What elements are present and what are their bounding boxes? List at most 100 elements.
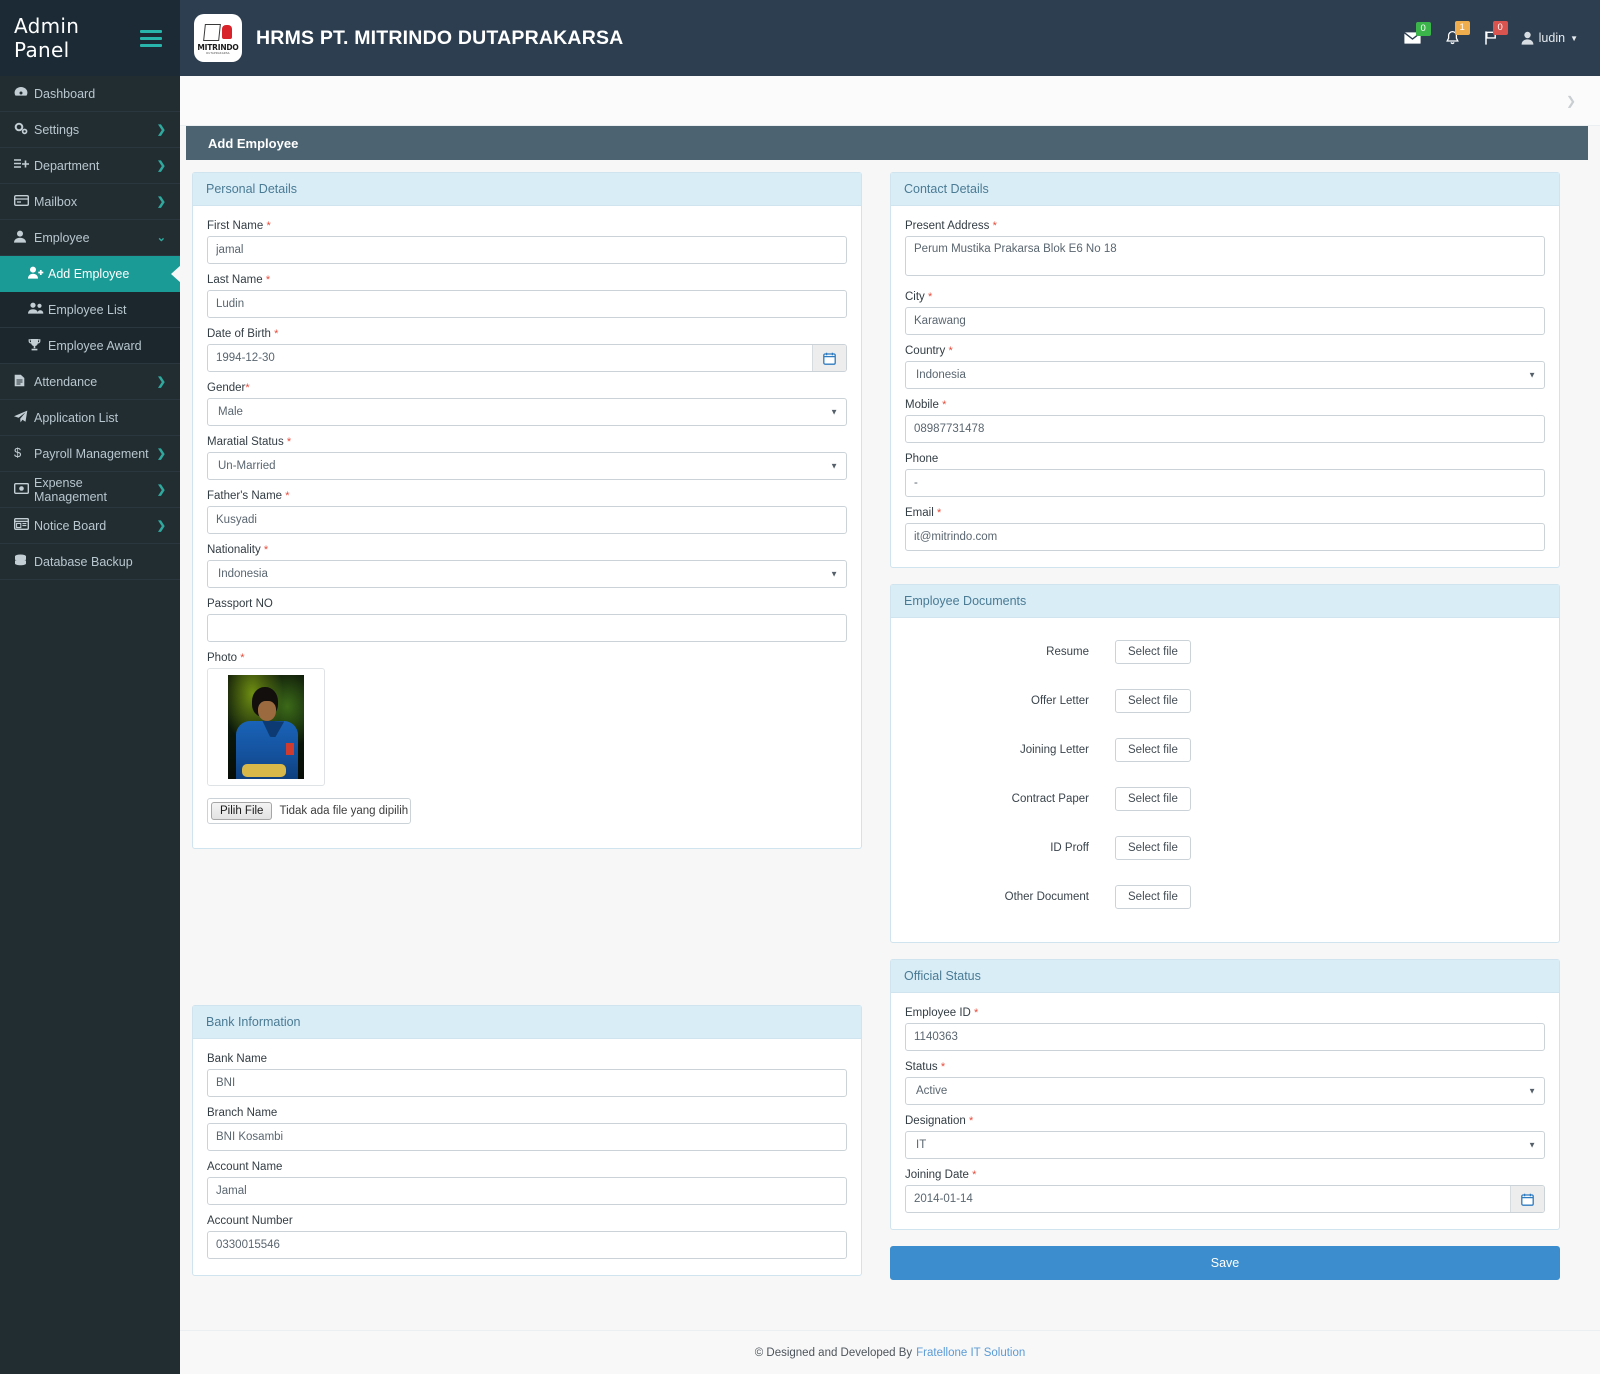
sidebar-item-employee-list[interactable]: Employee List [0,292,180,328]
sidebar-item-employee[interactable]: Employee ⌄ [0,220,180,256]
dashboard-icon [14,86,34,101]
nationality-select[interactable]: Indonesia [207,560,847,588]
sidebar-item-label: Application List [34,410,119,425]
sidebar-item-dashboard[interactable]: Dashboard [0,76,180,112]
dob-input[interactable] [207,344,847,372]
sidebar-item-notice-board[interactable]: Notice Board ❯ [0,508,180,544]
user-name: ludin [1538,31,1566,45]
sidebar-item-add-employee[interactable]: Add Employee [0,256,180,292]
sidebar-item-department[interactable]: Department ❯ [0,148,180,184]
user-plus-icon [28,266,48,282]
messages-envelope-icon[interactable]: 0 [1402,22,1431,45]
logo-name-text: MITRINDO [197,43,239,52]
user-menu[interactable]: ludin ▼ [1521,31,1578,45]
employee-documents-panel: Employee Documents Resume Select file Offe… [890,584,1560,943]
tasks-flag-icon[interactable]: 0 [1483,21,1508,46]
document-row: Contract Paper Select file [905,787,1545,811]
sidebar-item-employee-award[interactable]: Employee Award [0,328,180,364]
user-icon [14,230,34,246]
calendar-icon[interactable] [812,345,846,371]
mobile-group: Mobile * [905,399,1545,443]
account-number-label: Account Number [207,1215,293,1227]
sidebar-item-application-list[interactable]: Application List [0,400,180,436]
designation-select[interactable]: IT [905,1131,1545,1159]
country-select-wrap: Indonesia ▼ [905,361,1545,389]
chevron-right-icon: ❯ [156,448,166,460]
last-name-input[interactable] [207,290,847,318]
dob-field-wrap [207,344,847,372]
present-address-textarea[interactable]: Perum Mustika Prakarsa Blok E6 No 18 [905,236,1545,276]
select-file-button[interactable]: Select file [1115,787,1191,811]
sidebar-item-payroll-management[interactable]: $ Payroll Management ❯ [0,436,180,472]
employee-id-label: Employee ID * [905,1007,1545,1019]
passport-input[interactable] [207,614,847,642]
joining-date-label: Joining Date * [905,1169,1545,1181]
status-select-wrap: Active ▼ [905,1077,1545,1105]
passport-group: Passport NO [207,598,847,642]
sidebar-nav: Dashboard Settings ❯ Department ❯ Mailbox ❯ Emp… [0,76,180,580]
personal-details-panel: Personal Details First Name * Last Name [192,172,862,849]
branch-name-input[interactable] [207,1123,847,1151]
gender-select[interactable]: Male [207,398,847,426]
account-name-input[interactable] [207,1177,847,1205]
choose-file-button[interactable]: Pilih File [211,802,273,820]
father-name-group: Father's Name * [207,490,847,534]
calendar-icon[interactable] [1510,1186,1544,1212]
sidebar-item-label: Payroll Management [34,446,149,461]
employee-id-input[interactable] [905,1023,1545,1051]
select-file-button[interactable]: Select file [1115,738,1191,762]
joining-date-wrap [905,1185,1545,1213]
photo-label: Photo * [207,652,847,664]
first-name-label-text: First Name [207,220,264,232]
phone-label: Phone [905,453,939,465]
sidebar-item-mailbox[interactable]: Mailbox ❯ [0,184,180,220]
phone-input[interactable] [905,469,1545,497]
select-file-button[interactable]: Select file [1115,836,1191,860]
required-asterisk: * [245,382,250,394]
bank-name-input[interactable] [207,1069,847,1097]
required-asterisk: * [928,291,933,303]
sidebar: Admin Panel Dashboard Settings ❯ Department… [0,0,180,1374]
account-number-input[interactable] [207,1231,847,1259]
footer-link[interactable]: Fratellone IT Solution [916,1347,1025,1359]
city-input[interactable] [905,307,1545,335]
save-button[interactable]: Save [890,1246,1560,1280]
gender-label-text: Gender [207,382,246,394]
sidebar-item-expense-management[interactable]: Expense Management ❯ [0,472,180,508]
select-file-button[interactable]: Select file [1115,640,1191,664]
document-row: Other Document Select file [905,885,1545,909]
official-status-body: Employee ID * Status * [891,993,1559,1229]
page-title: Add Employee [186,126,1588,160]
photo-file-input[interactable]: Pilih File Tidak ada file yang dipilih [207,798,412,824]
select-file-button[interactable]: Select file [1115,885,1191,909]
bank-information-body: Bank Name Branch Name Account Name [193,1039,861,1275]
sidebar-item-attendance[interactable]: Attendance ❯ [0,364,180,400]
notice-board-icon [13,517,34,533]
country-label: Country * [905,345,1545,357]
hamburger-icon[interactable] [140,26,162,51]
official-status-panel: Official Status Employee ID * Status [890,959,1560,1230]
status-select[interactable]: Active [905,1077,1545,1105]
first-name-input[interactable] [207,236,847,264]
joining-date-input[interactable] [905,1185,1545,1213]
notifications-bell-icon[interactable]: 1 [1444,20,1470,47]
mobile-input[interactable] [905,415,1545,443]
marital-status-select[interactable]: Un-Married [207,452,847,480]
dob-label-text: Date of Birth [207,328,271,340]
select-file-button[interactable]: Select file [1115,689,1191,713]
country-select[interactable]: Indonesia [905,361,1545,389]
email-input[interactable] [905,523,1545,551]
list-add-icon [14,158,34,173]
gender-select-wrap: Male ▼ [207,398,847,426]
father-name-input[interactable] [207,506,847,534]
sidebar-item-database-backup[interactable]: Database Backup [0,544,180,580]
document-label: Contract Paper [1011,793,1089,805]
left-column: Personal Details First Name * Last Name [192,172,862,1292]
main-area: MITRINDO DUTAPRAKARSA HRMS PT. MITRINDO … [180,0,1600,1374]
document-row: ID Proff Select file [905,836,1545,860]
required-asterisk: * [263,544,269,556]
sidebar-item-label: Expense Management [34,475,107,504]
city-label: City * [905,291,1545,303]
sidebar-item-settings[interactable]: Settings ❯ [0,112,180,148]
email-group: Email * [905,507,1545,551]
